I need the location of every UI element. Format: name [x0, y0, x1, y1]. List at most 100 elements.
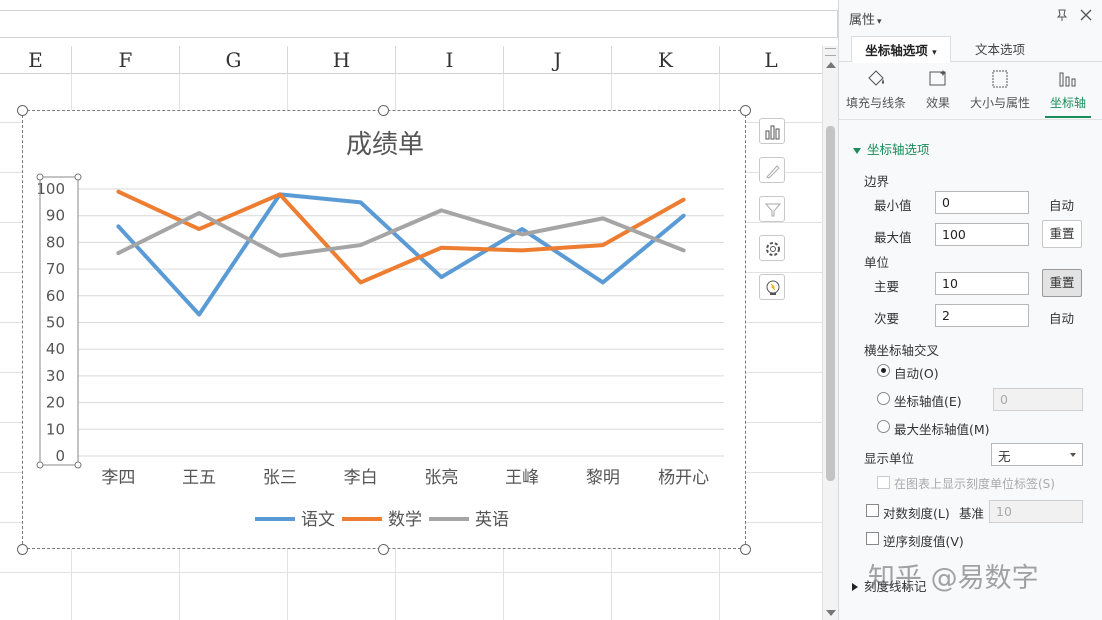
- close-icon[interactable]: [1079, 8, 1093, 22]
- chart-title: 成绩单: [346, 130, 424, 160]
- y-axis-handle: [74, 173, 82, 181]
- chart-tips-icon: [766, 280, 780, 295]
- category-effects-label: 效果: [925, 96, 950, 110]
- show-units-label-checkbox[interactable]: [877, 476, 890, 489]
- x-tick-label: 李白: [344, 468, 378, 488]
- chart-tips-button[interactable]: [759, 274, 785, 300]
- y-tick-label: 70: [46, 260, 65, 278]
- column-header-k[interactable]: K: [612, 46, 720, 74]
- y-tick-label: 30: [46, 367, 65, 385]
- max-reset-button[interactable]: 重置: [1042, 220, 1082, 248]
- spreadsheet-area: E F G H I J K L 成绩单 0 10 20 30 40 50 60 70 80 90 10…: [0, 0, 838, 620]
- x-tick-label: 李四: [101, 468, 135, 488]
- tab-axis-options-label: 坐标轴选项: [865, 43, 928, 58]
- x-tick-label: 王峰: [505, 468, 539, 488]
- scroll-up-arrow-icon[interactable]: [826, 62, 836, 68]
- display-units-select[interactable]: 无: [991, 443, 1083, 466]
- cross-max-radio[interactable]: [877, 420, 890, 433]
- x-tick-label: 杨开心: [658, 468, 709, 488]
- min-value-input[interactable]: 0: [935, 191, 1029, 214]
- major-reset-button[interactable]: 重置: [1042, 269, 1082, 297]
- chart-filter-button[interactable]: [759, 196, 785, 222]
- formula-bar[interactable]: [0, 10, 838, 38]
- show-units-label-text: 在图表上显示刻度单位标签(S): [894, 477, 1055, 491]
- scroll-thumb[interactable]: [826, 126, 835, 481]
- series-line-3: [116, 208, 686, 258]
- min-label: 最小值: [874, 198, 912, 213]
- column-header-l[interactable]: L: [720, 46, 822, 74]
- pane-title-caret-icon: ▾: [877, 17, 882, 27]
- chart-settings-icon: [766, 242, 780, 256]
- max-value-input[interactable]: 100: [935, 223, 1029, 246]
- series-line-1: [116, 192, 686, 317]
- reverse-order-label[interactable]: 逆序刻度值(V): [883, 531, 964, 550]
- pane-tabs: 坐标轴选项 ▾ 文本选项: [839, 32, 1102, 63]
- major-unit-input[interactable]: 10: [935, 272, 1029, 295]
- chart-filter-icon: [764, 203, 782, 217]
- resize-handle-bottom-right[interactable]: [740, 544, 751, 555]
- column-header-h[interactable]: H: [288, 46, 396, 74]
- x-tick-label: 张三: [263, 468, 297, 488]
- bounds-label: 边界: [864, 174, 890, 189]
- collapsed-triangle-icon: [852, 583, 858, 591]
- log-scale-label[interactable]: 对数刻度(L): [883, 503, 950, 522]
- category-fill-line[interactable]: 填充与线条: [843, 64, 909, 118]
- max-label: 最大值: [874, 230, 912, 245]
- display-units-label: 显示单位: [864, 451, 915, 466]
- y-axis-handle: [36, 461, 44, 469]
- tab-text-options[interactable]: 文本选项: [963, 36, 1037, 63]
- fill-bucket-icon: [868, 70, 884, 86]
- line-chart[interactable]: 成绩单 0 10 20 30 40 50 60 70 80 90 100 李四 王五 张三 李白 张亮 王峰 黎明 杨…: [22, 110, 746, 549]
- cross-axis-value-input[interactable]: 0: [993, 388, 1083, 411]
- y-axis-handle: [74, 461, 82, 469]
- column-header-g[interactable]: G: [180, 46, 288, 74]
- cross-axis-value-radio[interactable]: [877, 392, 890, 405]
- legend-label: 数学: [388, 510, 422, 530]
- tab-caret-icon: ▾: [932, 48, 937, 58]
- column-header-j[interactable]: J: [504, 46, 612, 74]
- vertical-scrollbar[interactable]: [822, 46, 838, 620]
- chart-elements-button[interactable]: [759, 118, 785, 144]
- category-size-properties[interactable]: 大小与属性: [967, 64, 1033, 118]
- category-effects[interactable]: 效果: [913, 64, 963, 118]
- pin-icon[interactable]: [1055, 8, 1069, 22]
- cross-max-label[interactable]: 最大坐标轴值(M): [894, 419, 990, 438]
- y-tick-label: 10: [46, 420, 65, 438]
- minor-label: 次要: [874, 311, 900, 326]
- resize-handle-bottom-left[interactable]: [17, 544, 28, 555]
- chart-style-button[interactable]: [759, 157, 785, 183]
- log-scale-checkbox[interactable]: [866, 504, 879, 517]
- legend-label: 语文: [301, 510, 335, 530]
- scroll-down-arrow-icon[interactable]: [826, 610, 836, 616]
- chart-settings-button[interactable]: [759, 235, 785, 261]
- column-header-f[interactable]: F: [72, 46, 180, 74]
- resize-handle-top-left[interactable]: [17, 105, 28, 116]
- display-units-value: 无: [998, 449, 1011, 464]
- category-axis[interactable]: 坐标轴: [1045, 64, 1091, 118]
- resize-handle-top-right[interactable]: [740, 105, 751, 116]
- reverse-order-checkbox[interactable]: [866, 532, 879, 545]
- cross-auto-label[interactable]: 自动(O): [894, 363, 939, 382]
- minor-auto-label: 自动: [1049, 311, 1075, 326]
- horizontal-axis-crosses-label: 横坐标轴交叉: [864, 343, 940, 358]
- y-tick-label: 40: [46, 340, 65, 358]
- expand-triangle-icon: [853, 147, 861, 154]
- log-base-input[interactable]: 10: [989, 500, 1083, 523]
- log-base-label: 基准: [959, 506, 985, 521]
- major-label: 主要: [874, 279, 900, 294]
- column-header-e[interactable]: E: [0, 46, 72, 74]
- cross-axis-value-label[interactable]: 坐标轴值(E): [894, 391, 962, 410]
- tab-axis-options[interactable]: 坐标轴选项 ▾: [851, 36, 951, 63]
- minor-unit-input[interactable]: 2: [935, 304, 1029, 327]
- resize-handle-top[interactable]: [378, 105, 389, 116]
- column-header-i[interactable]: I: [396, 46, 504, 74]
- y-tick-label: 0: [55, 447, 65, 465]
- resize-handle-bottom[interactable]: [378, 544, 389, 555]
- properties-pane: 属性 ▾ 坐标轴选项 ▾ 文本选项 填充与线条 效果 大小与属性 坐标轴 坐标轴…: [838, 0, 1102, 620]
- section-axis-options[interactable]: 坐标轴选项: [853, 139, 930, 158]
- y-tick-label: 20: [46, 394, 65, 412]
- cross-auto-radio[interactable]: [877, 364, 890, 377]
- category-axis-label: 坐标轴: [1049, 96, 1086, 110]
- pane-title[interactable]: 属性 ▾: [849, 9, 882, 28]
- category-icons: 填充与线条 效果 大小与属性 坐标轴: [839, 64, 1102, 120]
